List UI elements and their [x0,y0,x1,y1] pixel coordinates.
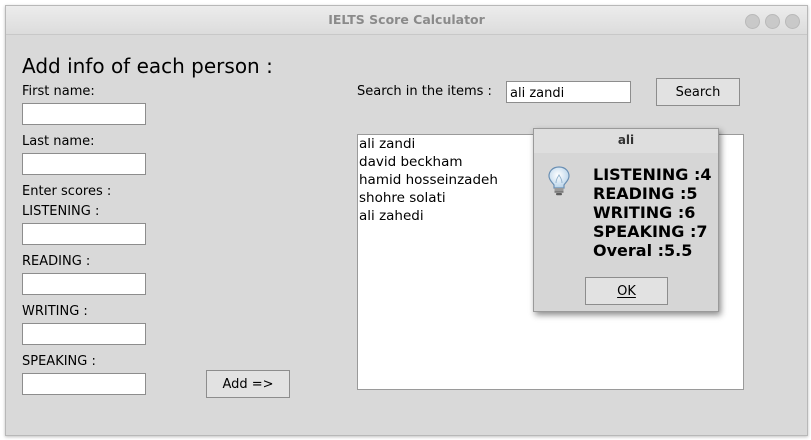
scores-label: Enter scores : [22,184,112,199]
dialog-line-listening: LISTENING :4 [593,165,712,184]
first-name-input[interactable] [23,105,145,126]
last-name-field[interactable] [22,153,146,176]
first-name-field[interactable] [22,103,146,126]
search-label: Search in the items : [357,84,492,99]
last-name-input[interactable] [23,155,145,176]
lightbulb-icon [546,165,572,201]
dialog-line-overall: Overal :5.5 [593,241,693,260]
ok-button[interactable]: OK [585,277,668,305]
listening-label: LISTENING : [22,204,100,219]
form-heading: Add info of each person : [22,54,273,78]
dialog-line-writing: WRITING :6 [593,203,696,222]
search-input[interactable] [507,83,630,104]
score-dialog: ali LISTENING :4 READING :5 WRITING :6 S… [533,128,719,312]
last-name-label: Last name: [22,134,95,149]
writing-label: WRITING : [22,304,88,319]
speaking-field[interactable] [22,373,146,396]
first-name-label: First name: [22,84,95,99]
window-title: IELTS Score Calculator [328,12,485,27]
close-button[interactable] [785,14,800,29]
minimize-button[interactable] [745,14,760,29]
writing-field[interactable] [22,323,146,346]
listening-input[interactable] [23,225,145,246]
speaking-input[interactable] [23,375,145,396]
dialog-line-speaking: SPEAKING :7 [593,222,708,241]
speaking-label: SPEAKING : [22,354,96,369]
dialog-message: LISTENING :4 READING :5 WRITING :6 SPEAK… [593,165,711,260]
writing-input[interactable] [23,325,145,346]
reading-label: READING : [22,254,91,269]
dialog-title: ali [534,129,718,153]
dialog-line-reading: READING :5 [593,184,698,203]
listening-field[interactable] [22,223,146,246]
title-bar: IELTS Score Calculator [6,6,807,35]
maximize-button[interactable] [765,14,780,29]
reading-field[interactable] [22,273,146,296]
reading-input[interactable] [23,275,145,296]
add-button[interactable]: Add => [206,370,290,398]
ok-button-label: OK [617,283,636,299]
search-field[interactable] [506,81,631,104]
search-button[interactable]: Search [656,78,740,106]
